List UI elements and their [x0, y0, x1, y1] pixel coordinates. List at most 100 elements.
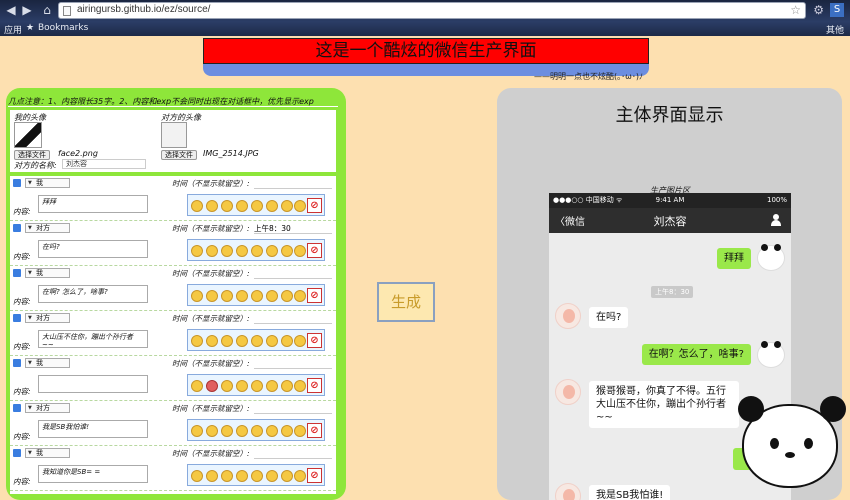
emoji-shades-icon[interactable] [266, 200, 278, 212]
extension-s-icon[interactable]: S [830, 3, 844, 17]
emoji-kiss-icon[interactable] [236, 470, 248, 482]
emoji-happy-icon[interactable] [281, 290, 293, 302]
sender-select[interactable]: 对方 [25, 313, 70, 323]
emoji-grin-icon[interactable] [206, 245, 218, 257]
emoji-cool-icon[interactable] [221, 425, 233, 437]
emoji-kiss-icon[interactable] [236, 380, 248, 392]
emoji-grin-icon[interactable] [206, 425, 218, 437]
emoji-grin-icon[interactable] [206, 470, 218, 482]
message-checkbox[interactable] [13, 269, 21, 277]
emoji-shades-icon[interactable] [266, 335, 278, 347]
emoji-smile-icon[interactable] [191, 200, 203, 212]
time-input[interactable] [254, 188, 332, 189]
emoji-tongue-icon[interactable] [294, 335, 306, 347]
emoji-grin-icon[interactable] [206, 335, 218, 347]
emoji-happy-icon[interactable] [281, 200, 293, 212]
content-input[interactable]: 在吗? [38, 240, 148, 258]
time-input[interactable] [254, 278, 332, 279]
emoji-laugh-icon[interactable] [251, 470, 263, 482]
sender-select[interactable]: 我 [25, 178, 70, 188]
emoji-laugh-icon[interactable] [251, 335, 263, 347]
emoji-laugh-icon[interactable] [251, 290, 263, 302]
sender-select[interactable]: 对方 [25, 223, 70, 233]
emoji-none-icon[interactable]: ⊘ [307, 288, 322, 303]
extension-icon[interactable]: ⚙ [813, 3, 824, 17]
emoji-laugh-icon[interactable] [251, 200, 263, 212]
emoji-smile-icon[interactable] [191, 335, 203, 347]
time-input[interactable] [254, 323, 332, 324]
content-input[interactable]: 我知道你是SB= = [38, 465, 148, 483]
emoji-shades-icon[interactable] [266, 290, 278, 302]
content-input[interactable]: 大山压不住你，蹦出个孙行者~~ [38, 330, 148, 348]
emoji-cool-icon[interactable] [221, 245, 233, 257]
bookmark-star-icon[interactable]: ☆ [790, 3, 801, 17]
sender-select[interactable]: 我 [25, 358, 70, 368]
emoji-shades-icon[interactable] [266, 245, 278, 257]
emoji-cool-icon[interactable] [221, 380, 233, 392]
other-avatar-choose-button[interactable]: 选择文件 [161, 150, 197, 160]
emoji-tongue-icon[interactable] [294, 380, 306, 392]
bookmark-other[interactable]: 其他 [826, 23, 844, 36]
emoji-shades-icon[interactable] [266, 425, 278, 437]
emoji-smile-icon[interactable] [191, 290, 203, 302]
emoji-smile-icon[interactable] [191, 380, 203, 392]
person-icon[interactable] [771, 214, 781, 226]
emoji-none-icon[interactable]: ⊘ [307, 333, 322, 348]
message-checkbox[interactable] [13, 179, 21, 187]
emoji-smile-icon[interactable] [191, 245, 203, 257]
emoji-laugh-icon[interactable] [251, 425, 263, 437]
emoji-cool-icon[interactable] [221, 290, 233, 302]
sender-select[interactable]: 我 [25, 448, 70, 458]
emoji-cool-icon[interactable] [221, 335, 233, 347]
sender-select[interactable]: 对方 [25, 403, 70, 413]
emoji-cool-icon[interactable] [221, 200, 233, 212]
emoji-tongue-icon[interactable] [294, 425, 306, 437]
emoji-angry-icon[interactable] [206, 380, 218, 392]
emoji-kiss-icon[interactable] [236, 200, 248, 212]
emoji-grin-icon[interactable] [206, 200, 218, 212]
emoji-smile-icon[interactable] [191, 470, 203, 482]
emoji-happy-icon[interactable] [281, 335, 293, 347]
emoji-none-icon[interactable]: ⊘ [307, 243, 322, 258]
message-checkbox[interactable] [13, 314, 21, 322]
emoji-tongue-icon[interactable] [294, 200, 306, 212]
emoji-none-icon[interactable]: ⊘ [307, 378, 322, 393]
forward-icon[interactable]: ▶ [20, 3, 34, 17]
time-input[interactable] [254, 368, 332, 369]
time-input[interactable] [254, 233, 332, 234]
emoji-tongue-icon[interactable] [294, 245, 306, 257]
time-input[interactable] [254, 413, 332, 414]
message-checkbox[interactable] [13, 449, 21, 457]
back-icon[interactable]: ◀ [4, 3, 18, 17]
emoji-laugh-icon[interactable] [251, 380, 263, 392]
my-avatar-choose-button[interactable]: 选择文件 [14, 150, 50, 160]
other-name-input[interactable]: 刘杰容 [62, 159, 146, 169]
content-input[interactable]: 在啊? 怎么了，啥事? [38, 285, 148, 303]
emoji-kiss-icon[interactable] [236, 425, 248, 437]
emoji-shades-icon[interactable] [266, 470, 278, 482]
emoji-tongue-icon[interactable] [294, 290, 306, 302]
message-checkbox[interactable] [13, 224, 21, 232]
emoji-happy-icon[interactable] [281, 380, 293, 392]
emoji-happy-icon[interactable] [281, 470, 293, 482]
emoji-kiss-icon[interactable] [236, 335, 248, 347]
emoji-none-icon[interactable]: ⊘ [307, 468, 322, 483]
generate-button[interactable]: 生成 [377, 282, 435, 322]
emoji-happy-icon[interactable] [281, 245, 293, 257]
bookmark-bookmarks[interactable]: Bookmarks [38, 23, 88, 33]
message-checkbox[interactable] [13, 359, 21, 367]
content-input[interactable]: 我是SB我怕谁! [38, 420, 148, 438]
emoji-happy-icon[interactable] [281, 425, 293, 437]
emoji-grin-icon[interactable] [206, 290, 218, 302]
emoji-laugh-icon[interactable] [251, 245, 263, 257]
emoji-smile-icon[interactable] [191, 425, 203, 437]
emoji-shades-icon[interactable] [266, 380, 278, 392]
content-input[interactable] [38, 375, 148, 393]
sender-select[interactable]: 我 [25, 268, 70, 278]
content-input[interactable]: 拜拜 [38, 195, 148, 213]
emoji-none-icon[interactable]: ⊘ [307, 198, 322, 213]
emoji-tongue-icon[interactable] [294, 470, 306, 482]
emoji-kiss-icon[interactable] [236, 290, 248, 302]
bookmark-apps[interactable]: 应用 [4, 23, 22, 36]
home-icon[interactable]: ⌂ [40, 3, 54, 17]
